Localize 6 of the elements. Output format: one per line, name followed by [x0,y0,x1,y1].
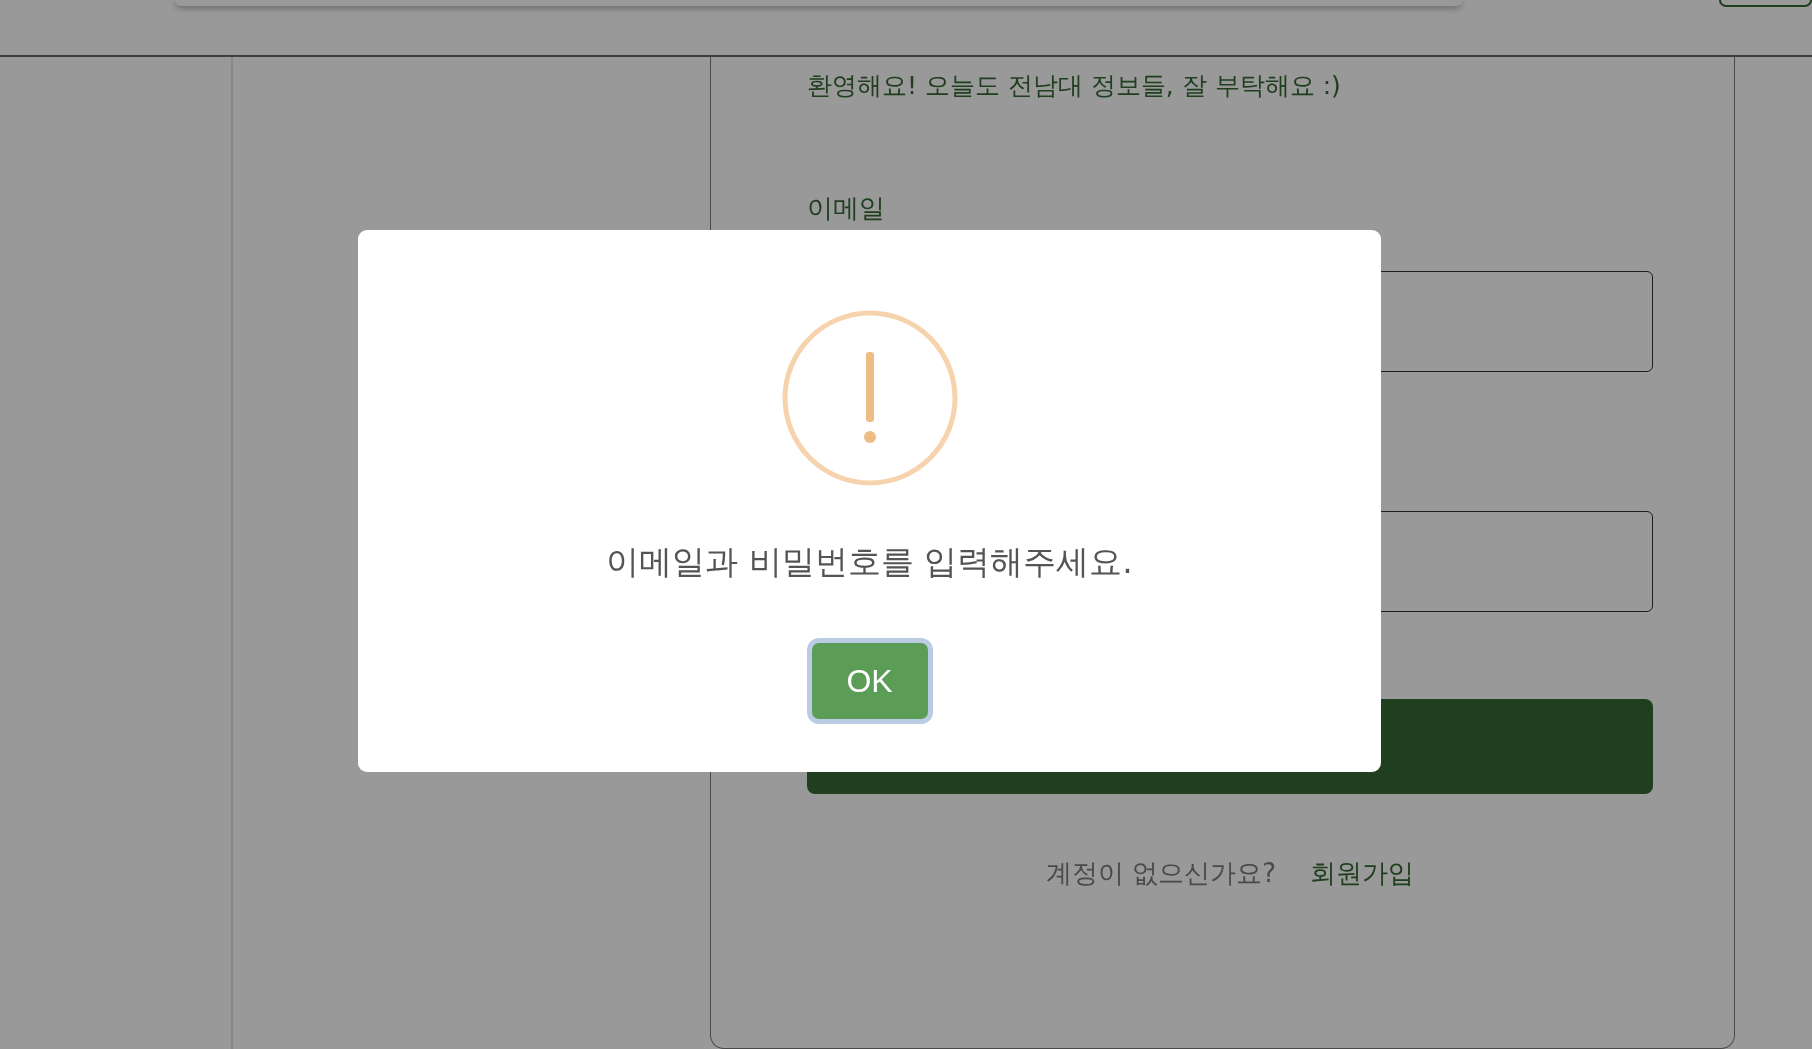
signup-link[interactable]: 회원가입 [1310,856,1415,890]
welcome-text: 환영해요! 오늘도 전남대 정보들, 잘 부탁해요 :) [807,70,1342,102]
email-label: 이메일 [807,192,886,225]
signup-prompt: 계정이 없으신가요? [1045,857,1277,890]
warning-icon [781,310,958,486]
alert-message: 이메일과 비밀번호를 입력해주세요. [606,541,1133,583]
